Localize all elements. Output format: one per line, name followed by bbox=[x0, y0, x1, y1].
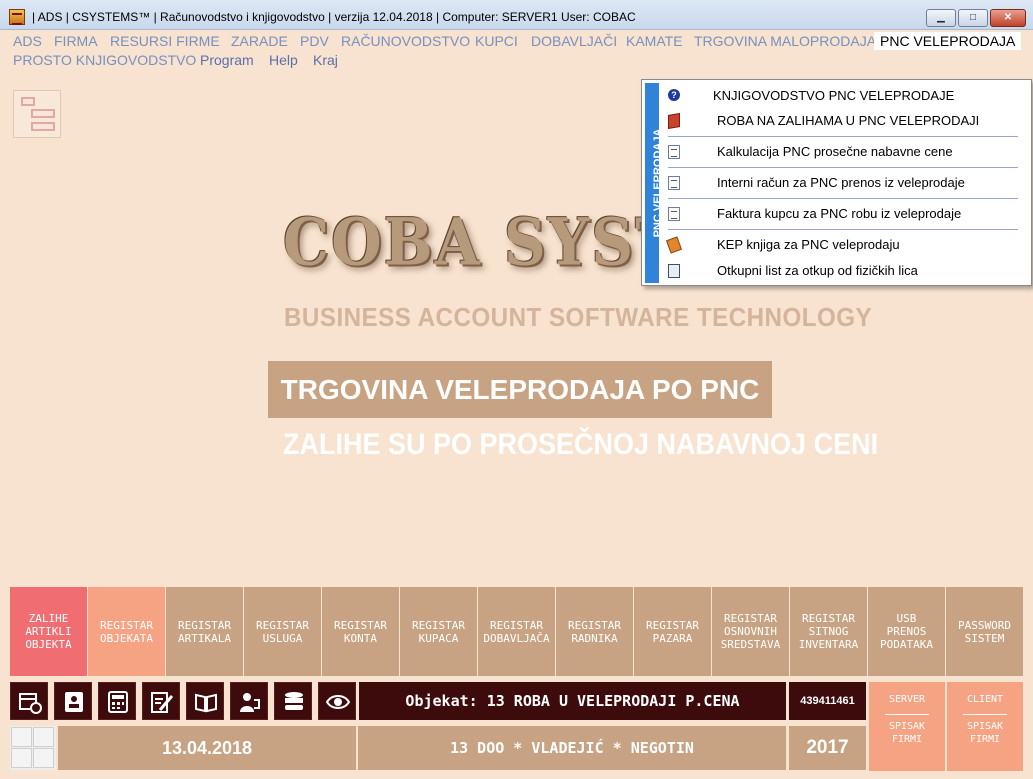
register-objekata-button[interactable]: REGISTAR OBJEKATA bbox=[88, 587, 165, 676]
register-osnovnih-sredstava-button[interactable]: REGISTAR OSNOVNIH SREDSTAVA bbox=[712, 587, 789, 676]
dropdown-item-label: KNJIGOVODSTVO PNC VELEPRODAJE bbox=[713, 88, 955, 103]
dropdown-item-label: ROBA NA ZALIHAMA U PNC VELEPRODAJI bbox=[717, 113, 980, 128]
calculator-icon bbox=[668, 264, 680, 278]
register-dobavljaca-button[interactable]: REGISTAR DOBAVLJAČA bbox=[478, 587, 555, 676]
client-firm-list-button[interactable]: CLIENT SPISAK FIRMI bbox=[947, 682, 1023, 771]
register-pazara-button[interactable]: REGISTAR PAZARA bbox=[634, 587, 711, 676]
tool-icon-bar bbox=[10, 682, 356, 720]
maximize-button[interactable]: □ bbox=[958, 9, 988, 27]
menu-bar: ADS FIRMA RESURSI FIRME ZARADE PDV RAČUN… bbox=[0, 30, 1033, 68]
register-kupaca-button[interactable]: REGISTAR KUPACA bbox=[400, 587, 477, 676]
book-icon bbox=[665, 236, 683, 254]
dropdown-item-interni-racun[interactable]: Interni račun za PNC prenos iz veleproda… bbox=[664, 171, 1028, 195]
menu-program[interactable]: Program bbox=[200, 51, 254, 69]
calculator-icon[interactable] bbox=[98, 682, 136, 720]
app-icon[interactable] bbox=[9, 9, 25, 25]
password-sistem-button[interactable]: PASSWORD SISTEM bbox=[946, 587, 1023, 676]
pnc-veleprodaja-dropdown: PNC VELEPRODAJA ? KNJIGOVODSTVO PNC VELE… bbox=[641, 79, 1032, 286]
current-firm: 13 DOO * VLADEJIĆ * NEGOTIN bbox=[358, 726, 786, 770]
register-konta-button[interactable]: REGISTAR KONTA bbox=[322, 587, 399, 676]
menu-kupci[interactable]: KUPCI bbox=[475, 32, 518, 50]
menu-prosto-knjigovodstvo[interactable]: PROSTO KNJIGOVODSTVO bbox=[13, 51, 196, 69]
dropdown-item-otkupni-list[interactable]: Otkupni list za otkup od fizičkih lica bbox=[664, 259, 1028, 283]
server-firm-list-button[interactable]: SERVER SPISAK FIRMI bbox=[869, 682, 945, 771]
divider bbox=[963, 714, 1007, 715]
menu-zarade[interactable]: ZARADE bbox=[231, 32, 288, 50]
module-subtitle: ZALIHE SU PO PROSEČNOJ NABAVNOJ CENI bbox=[283, 428, 879, 461]
current-date: 13.04.2018 bbox=[58, 726, 356, 770]
menu-kraj[interactable]: Kraj bbox=[313, 51, 338, 69]
fiscal-year: 2017 bbox=[789, 726, 866, 770]
register-radnika-button[interactable]: REGISTAR RADNIKA bbox=[556, 587, 633, 676]
menu-pnc-veleprodaja[interactable]: PNC VELEPRODAJA bbox=[874, 32, 1022, 50]
dropdown-item-label: Otkupni list za otkup od fizičkih lica bbox=[717, 263, 918, 278]
menu-dobavljaci[interactable]: DOBAVLJAČI bbox=[531, 32, 617, 50]
phone-user-icon[interactable] bbox=[230, 682, 268, 720]
dropdown-item-faktura-kupcu[interactable]: Faktura kupcu za PNC robu iz veleprodaje bbox=[664, 202, 1028, 226]
box-icon bbox=[668, 112, 680, 130]
menu-trgovina-maloprodaja[interactable]: TRGOVINA MALOPRODAJA bbox=[694, 32, 876, 50]
menu-firma[interactable]: FIRMA bbox=[54, 32, 98, 50]
minimize-button[interactable]: ▁ bbox=[926, 9, 956, 27]
document-icon bbox=[668, 145, 680, 159]
logo-subtitle: BUSINESS ACCOUNT SOFTWARE TECHNOLOGY bbox=[284, 302, 873, 332]
register-zalihe-artikli-button[interactable]: ZALIHE ARTIKLI OBJEKTA bbox=[10, 587, 87, 676]
menu-help[interactable]: Help bbox=[269, 51, 298, 69]
client-firm-list-label: SPISAK FIRMI bbox=[966, 721, 1004, 745]
calendar-clock-icon[interactable] bbox=[10, 682, 48, 720]
edit-document-icon[interactable] bbox=[142, 682, 180, 720]
menu-separator bbox=[668, 198, 1018, 199]
database-icon[interactable] bbox=[274, 682, 312, 720]
document-icon bbox=[668, 176, 680, 190]
dropdown-item-label: KEP knjiga za PNC veleprodaju bbox=[717, 237, 900, 252]
dropdown-item-kalkulacija[interactable]: Kalkulacija PNC prosečne nabavne cene bbox=[664, 140, 1028, 164]
menu-ads[interactable]: ADS bbox=[13, 32, 42, 50]
dropdown-item-label: Interni račun za PNC prenos iz veleproda… bbox=[717, 175, 965, 190]
dropdown-item-kep-knjiga[interactable]: KEP knjiga za PNC veleprodaju bbox=[664, 233, 1028, 257]
menu-resursi-firme[interactable]: RESURSI FIRME bbox=[110, 32, 220, 50]
close-button[interactable]: ✕ bbox=[990, 9, 1026, 27]
usb-prenos-button[interactable]: USB PRENOS PODATAKA bbox=[868, 587, 945, 676]
register-buttons-row: ZALIHE ARTIKLI OBJEKTA REGISTAR OBJEKATA… bbox=[10, 587, 1024, 676]
menu-kamate[interactable]: KAMATE bbox=[626, 32, 683, 50]
menu-separator bbox=[668, 167, 1018, 168]
open-book-icon[interactable] bbox=[186, 682, 224, 720]
dropdown-item-knjigovodstvo[interactable]: ? KNJIGOVODSTVO PNC VELEPRODAJE bbox=[664, 84, 1028, 108]
main-client-area: ADS FIRMA RESURSI FIRME ZARADE PDV RAČUN… bbox=[0, 30, 1033, 779]
dropdown-band-label: PNC VELEPRODAJA bbox=[652, 128, 664, 238]
contact-card-icon[interactable] bbox=[54, 682, 92, 720]
eye-icon[interactable] bbox=[318, 682, 356, 720]
client-label: CLIENT bbox=[966, 694, 1004, 705]
server-firm-list-label: SPISAK FIRMI bbox=[888, 721, 926, 745]
module-title: TRGOVINA VELEPRODAJA PO PNC bbox=[268, 361, 772, 418]
dropdown-item-roba-na-zalihama[interactable]: ROBA NA ZALIHAMA U PNC VELEPRODAJI bbox=[664, 109, 1028, 133]
help-icon: ? bbox=[668, 89, 680, 101]
menu-pdv[interactable]: PDV bbox=[300, 32, 329, 50]
server-label: SERVER bbox=[888, 694, 926, 705]
menu-racunovodstvo[interactable]: RAČUNOVODSTVO bbox=[341, 32, 470, 50]
register-artikala-button[interactable]: REGISTAR ARTIKALA bbox=[166, 587, 243, 676]
divider bbox=[885, 714, 929, 715]
register-usluga-button[interactable]: REGISTAR USLUGA bbox=[244, 587, 321, 676]
window-title: | ADS | CSYSTEMS™ | Računovodstvo i knji… bbox=[32, 10, 636, 24]
document-icon bbox=[668, 207, 680, 221]
menu-separator bbox=[668, 229, 1018, 230]
menu-separator bbox=[668, 136, 1018, 137]
dropdown-item-label: Faktura kupcu za PNC robu iz veleprodaje bbox=[717, 206, 962, 221]
title-bar: | ADS | CSYSTEMS™ | Računovodstvo i knji… bbox=[0, 0, 1033, 30]
object-status: Objekat: 13 ROBA U VELEPRODAJI P.CENA bbox=[359, 682, 786, 720]
grid-cells[interactable] bbox=[10, 726, 56, 770]
dropdown-item-label: Kalkulacija PNC prosečne nabavne cene bbox=[717, 144, 953, 159]
tree-view-icon[interactable] bbox=[13, 90, 61, 138]
object-code: 439411461 bbox=[789, 682, 866, 720]
dropdown-side-band: PNC VELEPRODAJA bbox=[645, 83, 664, 283]
register-sitnog-inventara-button[interactable]: REGISTAR SITNOG INVENTARA bbox=[790, 587, 867, 676]
